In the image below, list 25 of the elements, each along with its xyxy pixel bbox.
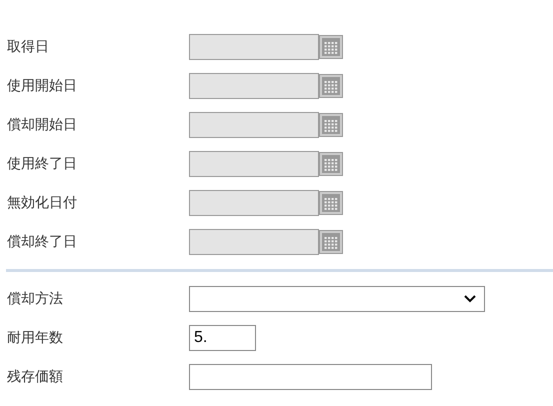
amount-field[interactable] bbox=[189, 364, 432, 390]
field-label: 使用終了日 bbox=[6, 155, 78, 173]
dropdown-field[interactable] bbox=[189, 286, 485, 312]
calendar-icon bbox=[322, 116, 340, 134]
calendar-button[interactable] bbox=[319, 35, 343, 59]
field-label: 取得日 bbox=[6, 38, 50, 56]
field-label: 無効化日付 bbox=[6, 194, 78, 212]
calendar-button[interactable] bbox=[319, 152, 343, 176]
chevron-down-icon bbox=[464, 295, 476, 303]
field-label: 耐用年数 bbox=[6, 329, 64, 347]
field-label: 残存価額 bbox=[6, 368, 64, 386]
calendar-button[interactable] bbox=[319, 113, 343, 137]
years-field[interactable]: 5. bbox=[189, 325, 256, 351]
field-label: 償却終了日 bbox=[6, 233, 78, 251]
calendar-icon bbox=[322, 233, 340, 251]
calendar-icon bbox=[322, 194, 340, 212]
calendar-button[interactable] bbox=[319, 191, 343, 215]
calendar-icon bbox=[322, 77, 340, 95]
field-label: 償却開始日 bbox=[6, 116, 78, 134]
calendar-icon bbox=[322, 155, 340, 173]
field-label: 償却方法 bbox=[6, 290, 64, 308]
field-label: 使用開始日 bbox=[6, 77, 78, 95]
calendar-button[interactable] bbox=[319, 230, 343, 254]
calendar-button[interactable] bbox=[319, 74, 343, 98]
calendar-icon bbox=[322, 38, 340, 56]
